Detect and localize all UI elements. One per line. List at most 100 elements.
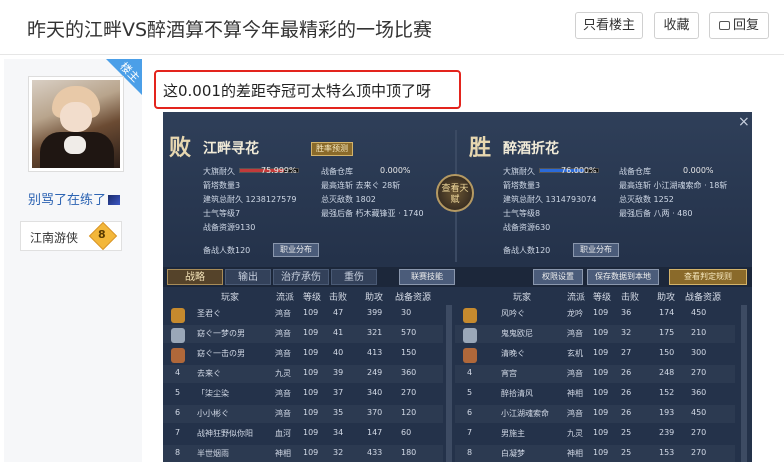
- cell-school: 血河: [275, 429, 291, 438]
- cell-resource: 450: [691, 308, 707, 317]
- left-table-row[interactable]: 7 战神狂野似你阳 血河 109 34 147 60: [163, 425, 443, 443]
- game-screenshot[interactable]: × 败 江畔寻花 胜率预测 大旗耐久 75.999% 箭塔数量3 建筑总耐久 1…: [163, 112, 752, 462]
- cell-resource: 570: [401, 328, 417, 337]
- rank-number: 4: [467, 368, 473, 377]
- avatar[interactable]: [28, 76, 124, 172]
- right-dist-button[interactable]: 职业分布: [573, 243, 619, 257]
- right-scrollbar[interactable]: [741, 305, 747, 462]
- rank-number: 4: [175, 368, 181, 377]
- right-table-row[interactable]: 4 宵宫 鸿音 109 26 248 270: [455, 365, 735, 383]
- cell-kills: 40: [333, 348, 344, 357]
- view-rules-button[interactable]: 查看判定规则: [669, 269, 747, 285]
- cell-player-name: 窈ぐ一梦の男: [197, 329, 245, 338]
- right-col-assist: 助攻: [657, 293, 676, 303]
- left-table-row[interactable]: 窈ぐ一梦の男 鸿音 109 41 321 570: [163, 325, 443, 343]
- cell-level: 109: [303, 448, 319, 457]
- left-result: 败: [169, 136, 192, 161]
- cell-level: 109: [593, 428, 609, 437]
- cell-level: 109: [303, 348, 319, 357]
- left-table-row[interactable]: 4 去来ぐ 九灵 109 39 249 360: [163, 365, 443, 383]
- right-col-player: 玩家: [513, 293, 532, 303]
- cell-school: 鸿音: [567, 329, 583, 338]
- username-text: 别骂了在练了: [28, 193, 107, 208]
- cell-resource: 180: [401, 448, 417, 457]
- right-hp-pct: 76.000%: [561, 166, 597, 175]
- cell-kills: 47: [333, 308, 344, 317]
- cell-resource: 360: [691, 388, 707, 397]
- right-pct2: 0.000%: [683, 166, 714, 175]
- cell-kills: 25: [621, 448, 632, 457]
- right-stat-0: 箭塔数量3: [503, 181, 541, 190]
- rank-medal-icon: [171, 348, 185, 363]
- right-table-row[interactable]: 5 醉拾清风 神相 109 26 152 360: [455, 385, 735, 403]
- right-table-row[interactable]: 7 男施主 九灵 109 25 239 270: [455, 425, 735, 443]
- cell-assists: 152: [659, 388, 675, 397]
- tab-output[interactable]: 输出: [225, 269, 271, 285]
- thread-header: 昨天的江畔VS醉酒算不算今年最精彩的一场比赛 只看楼主 收藏 回复: [0, 0, 784, 55]
- view-talent-button[interactable]: 查看天赋: [436, 174, 474, 212]
- reply-button[interactable]: 回复: [709, 12, 769, 39]
- left-table-row[interactable]: 圣君ぐ 鸿音 109 47 399 30: [163, 305, 443, 323]
- save-data-button[interactable]: 保存数据到本地: [587, 269, 659, 285]
- cell-level: 109: [303, 428, 319, 437]
- cell-player-name: 小小彬ぐ: [197, 409, 229, 418]
- cell-school: 鸿音: [567, 369, 583, 378]
- left-table-row[interactable]: 6 小小彬ぐ 鸿音 109 35 370 120: [163, 405, 443, 423]
- rank-number: 8: [467, 448, 473, 457]
- left-hp-label: 大旗耐久: [203, 167, 235, 176]
- cell-level: 109: [303, 328, 319, 337]
- right-table-row[interactable]: 风吟ぐ 龙吟 109 36 174 450: [455, 305, 735, 323]
- cell-assists: 153: [659, 448, 675, 457]
- left-scrollbar[interactable]: [446, 305, 452, 462]
- cell-player-name: 战神狂野似你阳: [197, 429, 253, 438]
- left-col-kill: 击败: [329, 293, 348, 303]
- avatar-cat: [64, 136, 86, 154]
- cell-player-name: 窈ぐ一击の男: [197, 349, 245, 358]
- cell-assists: 370: [367, 408, 383, 417]
- left-table-row[interactable]: 8 半世烟雨 神相 109 32 433 180: [163, 445, 443, 462]
- cell-school: 神相: [567, 449, 583, 458]
- left-col-school: 流派: [276, 293, 295, 303]
- cell-level: 109: [593, 348, 609, 357]
- cell-level: 109: [593, 368, 609, 377]
- right-table-row[interactable]: 6 小江湖魂索命 鸿音 109 26 193 450: [455, 405, 735, 423]
- right-stat-4: 备战人数120: [503, 246, 551, 255]
- permission-button[interactable]: 权限设置: [533, 269, 583, 285]
- cell-assists: 399: [367, 308, 383, 317]
- tab-injury[interactable]: 重伤: [331, 269, 377, 285]
- cell-resource: 150: [401, 348, 417, 357]
- left-col-level: 等级: [303, 293, 322, 303]
- left-stat-3: 战备资源9130: [203, 223, 256, 232]
- cell-player-name: 小江湖魂索命: [501, 409, 549, 418]
- rank-medal-icon: [463, 348, 477, 363]
- cell-assists: 433: [367, 448, 383, 457]
- username-link[interactable]: 别骂了在练了: [28, 189, 121, 208]
- tab-heal[interactable]: 治疗承伤: [273, 269, 329, 285]
- right-table-row[interactable]: 8 白凝梦 神相 109 25 153 270: [455, 445, 735, 462]
- author-panel: 楼主 别骂了在练了 江南游侠 8: [4, 59, 142, 462]
- rank-medal-icon: [171, 308, 185, 323]
- cell-resource: 300: [691, 348, 707, 357]
- avatar-face: [60, 102, 92, 132]
- right-table-row[interactable]: 鬼鬼欧尼 鸿音 109 32 175 210: [455, 325, 735, 343]
- left-dist-button[interactable]: 职业分布: [273, 243, 319, 257]
- level-badge[interactable]: 江南游侠 8: [20, 221, 122, 251]
- rank-medal-icon: [463, 328, 477, 343]
- cell-kills: 36: [621, 308, 632, 317]
- collect-button[interactable]: 收藏: [654, 12, 699, 39]
- cell-player-name: 「柒尘染: [197, 389, 229, 398]
- left-table-row[interactable]: 5 「柒尘染 鸿音 109 37 340 270: [163, 385, 443, 403]
- cell-kills: 35: [333, 408, 344, 417]
- cell-school: 神相: [275, 449, 291, 458]
- cell-resource: 270: [691, 428, 707, 437]
- only-host-button[interactable]: 只看楼主: [575, 12, 643, 39]
- cell-player-name: 男施主: [501, 429, 525, 438]
- cell-kills: 26: [621, 408, 632, 417]
- right-team-name: 醉酒折花: [503, 141, 559, 157]
- league-skill-button[interactable]: 联赛技能: [399, 269, 455, 285]
- right-table-row[interactable]: 清晚ぐ 玄机 109 27 150 300: [455, 345, 735, 363]
- tab-strategy[interactable]: 战略: [167, 269, 223, 285]
- cell-assists: 248: [659, 368, 675, 377]
- cell-kills: 32: [621, 328, 632, 337]
- left-table-row[interactable]: 窈ぐ一击の男 鸿音 109 40 413 150: [163, 345, 443, 363]
